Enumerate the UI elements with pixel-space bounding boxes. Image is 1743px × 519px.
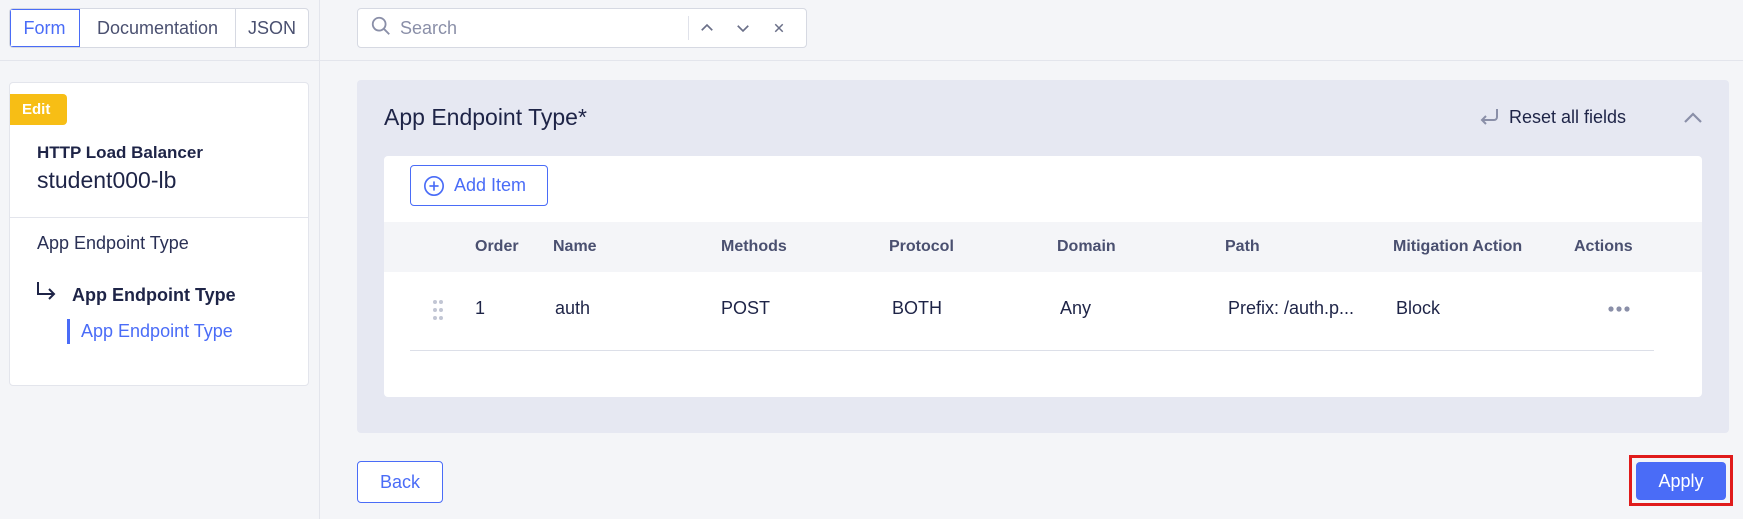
active-indicator (67, 319, 70, 344)
reset-label: Reset all fields (1509, 106, 1627, 127)
search-clear-button[interactable] (761, 10, 797, 46)
cell-domain: Any (1060, 298, 1092, 318)
column-domain: Domain (1057, 238, 1116, 255)
back-button[interactable]: Back (357, 461, 443, 503)
tab-documentation[interactable]: Documentation (80, 9, 236, 47)
cell-name: auth (555, 298, 591, 318)
plus-circle-icon (424, 175, 444, 196)
cell-methods: POST (721, 298, 771, 318)
column-methods: Methods (721, 238, 787, 255)
sidebar-item-app-endpoint-type[interactable]: App Endpoint Type (37, 233, 189, 254)
collapse-chevron-up-icon[interactable] (1681, 106, 1705, 130)
search-previous-button[interactable] (689, 10, 725, 46)
view-tabs: Form Documentation JSON (9, 8, 309, 48)
chevron-up-icon (701, 23, 713, 31)
cell-mitigation-action: Block (1396, 298, 1441, 318)
reset-all-fields-button[interactable]: Reset all fields (1477, 105, 1626, 129)
search-input[interactable] (400, 13, 680, 43)
sidebar-sub-item-app-endpoint-type[interactable]: App Endpoint Type (81, 321, 233, 342)
drag-handle-icon[interactable] (431, 298, 445, 322)
app-endpoint-type-panel: App Endpoint Type* Reset all fields Add … (357, 80, 1729, 433)
column-path: Path (1225, 238, 1260, 255)
chevron-down-icon (737, 25, 749, 33)
tab-json[interactable]: JSON (236, 9, 308, 47)
column-protocol: Protocol (889, 238, 954, 255)
items-table-card: Add Item Order Name Methods Protocol Dom… (384, 156, 1702, 397)
column-name: Name (553, 238, 597, 255)
apply-highlight-box: Apply (1629, 455, 1733, 506)
cell-protocol: BOTH (892, 298, 943, 318)
object-kind: HTTP Load Balancer (37, 143, 203, 162)
cell-path: Prefix: /auth.p... (1228, 298, 1355, 318)
add-item-button[interactable]: Add Item (410, 165, 548, 206)
column-order: Order (475, 238, 519, 255)
topbar-divider (0, 60, 1743, 61)
arrow-turn-right-icon (37, 282, 56, 300)
reset-arrow-icon (1480, 109, 1498, 125)
table-row[interactable]: 1 auth POST BOTH Any Prefix: /auth.p... … (384, 272, 1702, 348)
cell-order: 1 (475, 298, 486, 318)
apply-button[interactable]: Apply (1636, 462, 1726, 500)
row-divider (410, 350, 1654, 351)
object-summary-card: Edit HTTP Load Balancer student000-lb Ap… (9, 82, 309, 386)
search-next-button[interactable] (725, 10, 761, 46)
search-box (357, 8, 807, 48)
card-divider (10, 217, 308, 218)
close-icon (774, 23, 784, 33)
edit-badge: Edit (10, 94, 67, 125)
panel-title: App Endpoint Type* (384, 104, 587, 130)
search-icon (358, 15, 392, 42)
tab-form[interactable]: Form (10, 9, 80, 47)
column-mitigation-action: Mitigation Action (1393, 238, 1523, 255)
more-actions-icon[interactable] (1606, 298, 1632, 320)
column-actions: Actions (1574, 238, 1633, 255)
add-item-label: Add Item (454, 175, 527, 195)
sidebar-current-item[interactable]: App Endpoint Type (72, 285, 236, 306)
object-name: student000-lb (37, 167, 177, 193)
table-header: Order Name Methods Protocol Domain Path … (384, 222, 1702, 272)
